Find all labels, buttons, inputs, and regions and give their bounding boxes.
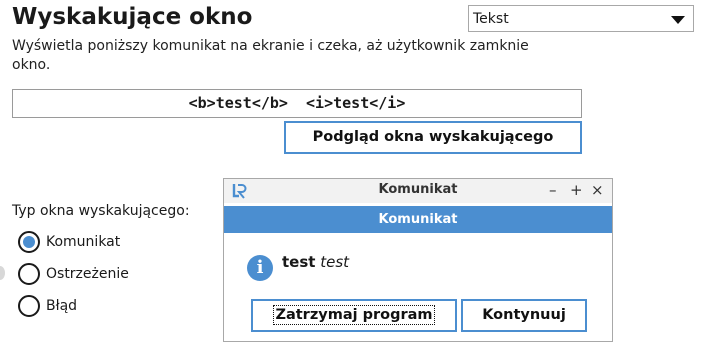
dialog-message: test test	[282, 253, 349, 271]
radio-button[interactable]	[18, 231, 40, 253]
dialog-message-bold: test	[282, 253, 316, 271]
stop-program-button[interactable]: Zatrzymaj program	[251, 299, 457, 332]
message-input[interactable]: <b>test</b> <i>test</i>	[12, 89, 582, 118]
continue-button[interactable]: Kontynuuj	[461, 299, 587, 332]
chevron-down-icon	[671, 16, 685, 24]
radio-label: Ostrzeżenie	[46, 266, 129, 282]
dialog-message-italic: test	[320, 253, 350, 271]
format-select-value: Tekst	[473, 11, 509, 27]
dialog-titlebar[interactable]: Komunikat – + ×	[224, 179, 612, 203]
minimize-icon[interactable]: –	[549, 181, 557, 199]
page-description: Wyświetla poniższy komunikat na ekranie …	[12, 38, 529, 73]
radio-label: Komunikat	[46, 234, 121, 250]
maximize-icon[interactable]: +	[570, 181, 583, 199]
dialog-header: Komunikat	[224, 206, 612, 233]
popup-type-label: Typ okna wyskakującego:	[12, 203, 190, 219]
page-title: Wyskakujące okno	[12, 4, 253, 30]
radio-button[interactable]	[18, 295, 40, 317]
radio-button[interactable]	[18, 263, 40, 285]
preview-popup-button[interactable]: Podgląd okna wyskakującego	[284, 121, 582, 154]
format-select[interactable]: Tekst	[468, 5, 694, 32]
info-icon: i	[247, 255, 273, 281]
close-icon[interactable]: ×	[591, 181, 604, 199]
scroll-edge-handle	[0, 266, 5, 280]
message-dialog: Komunikat – + × Komunikat i test test Za…	[223, 178, 613, 342]
radio-label: Błąd	[46, 298, 78, 314]
stop-program-label: Zatrzymaj program	[273, 305, 435, 325]
